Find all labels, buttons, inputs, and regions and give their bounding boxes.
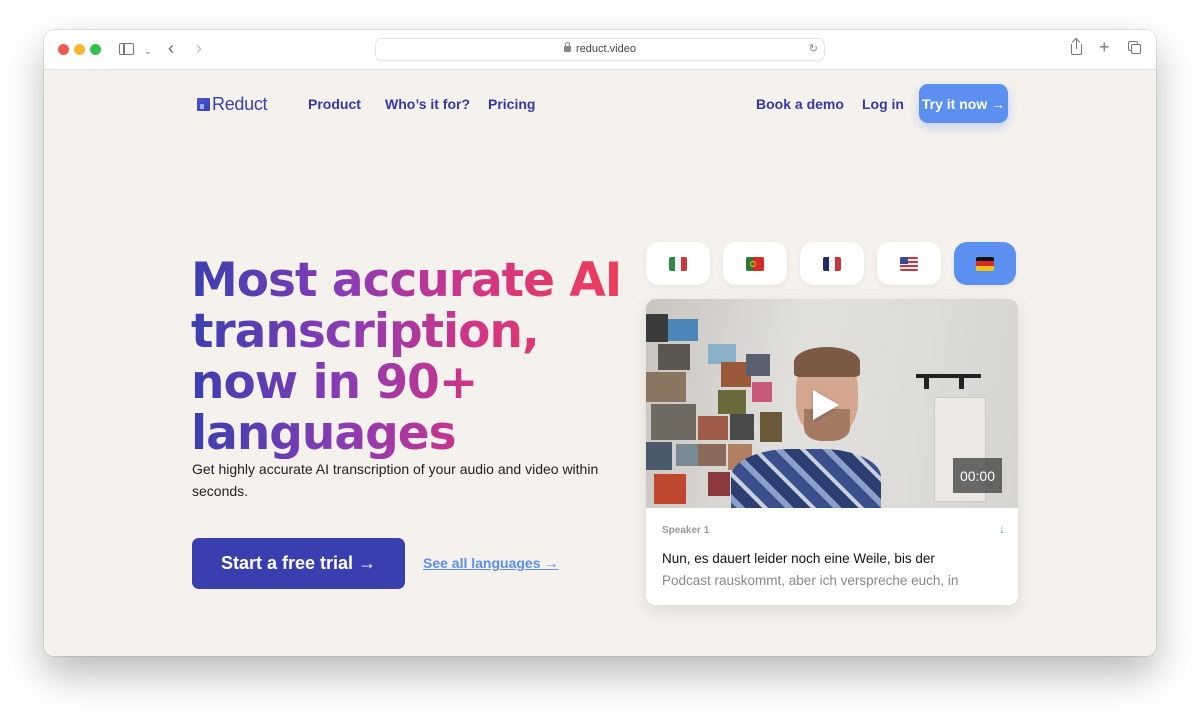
web-page: Reduct Product Who’s it for? Pricing Boo… xyxy=(44,70,1156,656)
sidebar-icon[interactable] xyxy=(119,43,134,55)
transcript-line-upcoming: Podcast rauskommt, aber ich verspreche e… xyxy=(662,573,959,588)
usa-flag-icon xyxy=(900,256,918,271)
play-icon[interactable] xyxy=(813,390,839,420)
reduct-logo[interactable]: Reduct xyxy=(197,94,268,115)
portugal-flag-icon xyxy=(746,256,764,271)
new-tab-icon[interactable]: + xyxy=(1099,37,1110,57)
browser-toolbar: ⌄ ‹ › reduct.video ↻ + xyxy=(44,30,1156,70)
video-demo-card: 00:00 Speaker 1 ↓ Nun, es dauert leider … xyxy=(646,299,1018,605)
address-bar[interactable]: reduct.video ↻ xyxy=(375,38,825,61)
browser-window: ⌄ ‹ › reduct.video ↻ + Reduct Product Wh… xyxy=(44,30,1156,656)
reload-icon[interactable]: ↻ xyxy=(809,42,818,55)
transcript-line-active: Nun, es dauert leider noch eine Weile, b… xyxy=(662,551,935,566)
book-demo-link[interactable]: Book a demo xyxy=(756,96,844,112)
chevron-down-icon[interactable]: ⌄ xyxy=(144,41,152,61)
language-french-button[interactable] xyxy=(800,242,864,285)
forward-icon[interactable]: › xyxy=(196,38,202,58)
arrow-down-icon[interactable]: ↓ xyxy=(999,522,1005,536)
start-free-trial-button[interactable]: Start a free trial → xyxy=(192,538,405,589)
video-player[interactable]: 00:00 xyxy=(646,299,1018,508)
logo-text: Reduct xyxy=(212,94,268,114)
hero-headline: Most accurate AI transcription, now in 9… xyxy=(191,255,631,459)
back-icon[interactable]: ‹ xyxy=(168,38,174,58)
video-timestamp: 00:00 xyxy=(953,458,1002,493)
try-it-now-button[interactable]: Try it now → xyxy=(919,84,1008,123)
tabs-overview-icon[interactable] xyxy=(1128,41,1142,55)
minimize-window-button[interactable] xyxy=(74,44,85,55)
see-all-languages-link[interactable]: See all languages → xyxy=(423,555,558,571)
maximize-window-button[interactable] xyxy=(90,44,101,55)
logo-mark-icon xyxy=(197,98,210,111)
nav-pricing[interactable]: Pricing xyxy=(488,96,535,112)
germany-flag-icon xyxy=(976,256,994,271)
login-link[interactable]: Log in xyxy=(862,96,904,112)
language-german-button[interactable] xyxy=(954,242,1016,285)
language-portuguese-button[interactable] xyxy=(723,242,787,285)
language-italian-button[interactable] xyxy=(646,242,710,285)
language-selector xyxy=(646,242,1016,285)
france-flag-icon xyxy=(823,256,841,271)
italy-flag-icon xyxy=(669,256,687,271)
language-english-button[interactable] xyxy=(877,242,941,285)
hero-subtext: Get highly accurate AI transcription of … xyxy=(192,461,599,499)
speaker-label: Speaker 1 xyxy=(662,525,710,536)
close-window-button[interactable] xyxy=(58,44,69,55)
nav-product[interactable]: Product xyxy=(308,96,361,112)
share-arrow-icon xyxy=(1076,39,1078,49)
lock-icon xyxy=(564,42,572,52)
url-text: reduct.video xyxy=(576,43,636,55)
site-nav: Reduct Product Who’s it for? Pricing Boo… xyxy=(44,70,1156,140)
nav-whos-it-for[interactable]: Who’s it for? xyxy=(385,96,470,112)
